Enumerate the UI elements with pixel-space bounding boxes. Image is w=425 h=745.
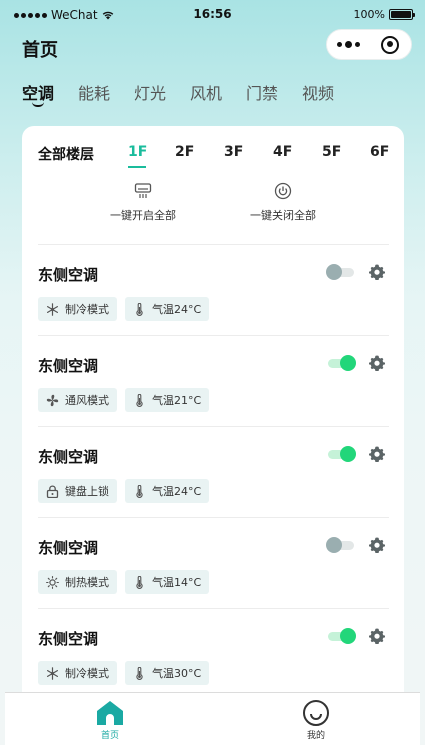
mode-label: 制冷模式 xyxy=(65,667,109,680)
thermometer-icon xyxy=(133,393,152,407)
device-name: 东侧空调 xyxy=(38,630,99,648)
power-toggle[interactable] xyxy=(326,264,356,280)
device-name: 东侧空调 xyxy=(38,539,99,557)
device-row: 东侧空调制冷模式 气温24°C xyxy=(38,244,389,335)
temperature-tag: 气温30°C xyxy=(125,661,210,685)
tab-aircon[interactable]: 空调 xyxy=(22,80,78,107)
device-row: 东侧空调制冷模式 气温30°C xyxy=(38,608,389,699)
mode-tag: 制冷模式 xyxy=(38,661,117,685)
page-title: 首页 xyxy=(22,40,58,61)
temperature-tag: 气温24°C xyxy=(125,297,210,321)
home-icon xyxy=(97,701,123,725)
sun-icon xyxy=(46,575,65,589)
status-bar: WeChat 16:56 100% xyxy=(0,0,425,28)
close-all-button[interactable]: 一键关闭全部 xyxy=(223,182,343,223)
lock-icon xyxy=(46,485,65,498)
gear-icon[interactable] xyxy=(368,627,386,645)
tabbar-mine[interactable]: 我的 xyxy=(286,699,346,741)
close-target-icon[interactable] xyxy=(369,35,411,54)
floor-active-indicator xyxy=(128,166,146,168)
temperature-label: 气温24°C xyxy=(152,485,202,498)
gear-icon[interactable] xyxy=(368,445,386,463)
device-row: 东侧空调通风模式 气温21°C xyxy=(38,335,389,426)
device-tags: 键盘上锁 气温24°C xyxy=(38,479,210,503)
mode-label: 键盘上锁 xyxy=(65,485,109,498)
device-tags: 制冷模式 气温24°C xyxy=(38,297,210,321)
aircon-icon xyxy=(134,183,152,198)
floor-selector: 全部楼层 1F 2F 3F 4F 5F 6F xyxy=(38,144,398,168)
tabbar-home[interactable]: 首页 xyxy=(80,699,140,741)
thermometer-icon xyxy=(133,666,152,680)
snowflake-icon xyxy=(46,666,65,680)
snowflake-icon xyxy=(46,302,65,316)
temperature-tag: 气温21°C xyxy=(125,388,210,412)
gear-icon[interactable] xyxy=(368,354,386,372)
miniprogram-capsule xyxy=(326,29,412,60)
temperature-label: 气温30°C xyxy=(152,667,202,680)
temperature-tag: 气温24°C xyxy=(125,479,210,503)
power-icon xyxy=(274,182,292,200)
temperature-label: 气温21°C xyxy=(152,394,202,407)
device-row: 东侧空调制热模式 气温14°C xyxy=(38,517,389,608)
power-toggle[interactable] xyxy=(326,537,356,553)
device-tags: 制热模式 气温14°C xyxy=(38,570,210,594)
fan-icon xyxy=(46,394,65,407)
tab-lighting[interactable]: 灯光 xyxy=(134,80,190,104)
floor-2f[interactable]: 2F xyxy=(175,144,194,160)
device-tags: 制冷模式 气温30°C xyxy=(38,661,210,685)
temperature-label: 气温14°C xyxy=(152,576,202,589)
device-tags: 通风模式 气温21°C xyxy=(38,388,210,412)
gear-icon[interactable] xyxy=(368,536,386,554)
mode-tag: 制热模式 xyxy=(38,570,117,594)
battery-icon xyxy=(389,9,415,20)
mode-tag: 通风模式 xyxy=(38,388,117,412)
device-row: 东侧空调键盘上锁 气温24°C xyxy=(38,426,389,517)
tab-access[interactable]: 门禁 xyxy=(246,80,302,104)
mode-label: 制冷模式 xyxy=(65,303,109,316)
power-toggle[interactable] xyxy=(326,628,356,644)
gear-icon[interactable] xyxy=(368,263,386,281)
device-card: 全部楼层 1F 2F 3F 4F 5F 6F 一键开启全部 一键关闭全部 东侧空… xyxy=(22,126,404,726)
status-right: 100% xyxy=(353,8,415,21)
thermometer-icon xyxy=(133,484,152,498)
smile-icon xyxy=(303,700,329,726)
device-name: 东侧空调 xyxy=(38,266,99,284)
power-toggle[interactable] xyxy=(326,446,356,462)
floor-3f[interactable]: 3F xyxy=(224,144,243,160)
device-name: 东侧空调 xyxy=(38,448,99,466)
mode-label: 通风模式 xyxy=(65,394,109,407)
battery-percent: 100% xyxy=(353,8,385,21)
tab-energy[interactable]: 能耗 xyxy=(78,80,134,104)
floor-5f[interactable]: 5F xyxy=(322,144,341,160)
temperature-label: 气温24°C xyxy=(152,303,202,316)
device-name: 东侧空调 xyxy=(38,357,99,375)
thermometer-icon xyxy=(133,575,152,589)
floor-6f[interactable]: 6F xyxy=(370,144,389,160)
power-toggle[interactable] xyxy=(326,355,356,371)
close-all-label: 一键关闭全部 xyxy=(250,209,316,222)
open-all-button[interactable]: 一键开启全部 xyxy=(83,182,203,223)
quick-actions: 一键开启全部 一键关闭全部 xyxy=(22,182,404,226)
floor-1f[interactable]: 1F xyxy=(128,144,147,160)
tab-fan[interactable]: 风机 xyxy=(190,80,246,104)
more-icon[interactable] xyxy=(327,40,369,48)
floor-all-label[interactable]: 全部楼层 xyxy=(38,144,94,164)
bottom-tabbar: 首页 我的 xyxy=(5,692,420,745)
open-all-label: 一键开启全部 xyxy=(110,209,176,222)
floor-4f[interactable]: 4F xyxy=(273,144,292,160)
tabbar-home-label: 首页 xyxy=(100,731,119,741)
temperature-tag: 气温14°C xyxy=(125,570,210,594)
mode-tag: 键盘上锁 xyxy=(38,479,117,503)
tabbar-mine-label: 我的 xyxy=(306,731,325,741)
tab-video[interactable]: 视频 xyxy=(302,80,358,104)
thermometer-icon xyxy=(133,302,152,316)
mode-tag: 制冷模式 xyxy=(38,297,117,321)
mode-label: 制热模式 xyxy=(65,576,109,589)
category-tabs: 空调 能耗 灯光 风机 门禁 视频 xyxy=(22,80,358,107)
